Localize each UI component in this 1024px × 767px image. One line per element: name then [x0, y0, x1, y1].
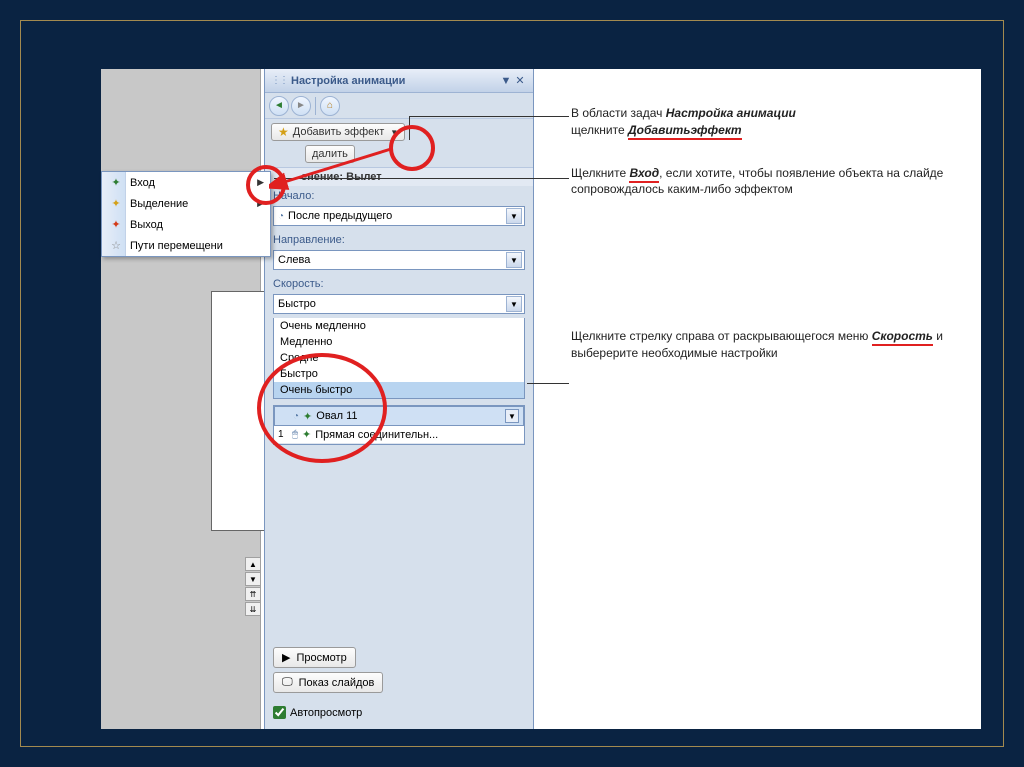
- anno-text: щелкните: [571, 123, 628, 137]
- play-icon: ▶: [282, 651, 290, 664]
- nav-forward-button[interactable]: ►: [291, 96, 311, 116]
- mouse-icon: 🖱: [292, 429, 298, 440]
- animation-objects-list: ◔ ✦ Овал 11 ▼ 1 🖱 ✦ Прямая соединительн.…: [273, 405, 525, 445]
- clock-icon: ◔: [293, 411, 299, 422]
- annotation-3: Щелкните стрелку справа от раскрывающего…: [571, 328, 971, 362]
- effect-buttons-row: ★ Добавить эффект ▼: [265, 119, 533, 145]
- dropdown-icon[interactable]: ▼: [499, 75, 513, 87]
- seq-num: 1: [278, 429, 288, 440]
- animation-object-item[interactable]: ◔ ✦ Овал 11 ▼: [274, 406, 524, 426]
- menu-item-label: Выделение: [130, 198, 251, 210]
- chevron-down-icon[interactable]: ▼: [505, 409, 519, 423]
- anno-em-underlined: Добавитьэффект: [628, 123, 742, 140]
- speed-option[interactable]: Быстро: [274, 366, 524, 382]
- annotations: В области задач Настройка анимации щелкн…: [571, 105, 971, 388]
- speed-option[interactable]: Очень медленно: [274, 318, 524, 334]
- slideshow-button[interactable]: 🖵 Показ слайдов: [273, 672, 383, 693]
- star-icon: ☆: [108, 239, 124, 252]
- start-value: После предыдущего: [288, 210, 506, 222]
- autopreview-label: Автопросмотр: [290, 707, 362, 719]
- chevron-right-icon: ▶: [257, 177, 264, 188]
- speed-combo[interactable]: Быстро ▼: [273, 294, 525, 314]
- star-icon: ✦: [108, 218, 124, 231]
- preview-button[interactable]: ▶ Просмотр: [273, 647, 356, 668]
- chevron-right-icon: ▶: [257, 198, 264, 209]
- anno-em-underlined: Вход: [629, 166, 659, 183]
- preview-label: Просмотр: [296, 652, 346, 664]
- move-down-button[interactable]: ▼: [245, 572, 261, 586]
- taskpane-titlebar: ⋮⋮ Настройка анимации ▼ ✕: [265, 69, 533, 93]
- chevron-down-icon[interactable]: ▼: [506, 296, 522, 312]
- effect-icon: ✦: [303, 410, 312, 423]
- leader-line-3: [527, 383, 569, 384]
- menu-item-label: Вход: [130, 177, 251, 189]
- move-bottom-button[interactable]: ⇊: [245, 602, 261, 616]
- leader-line-1v: [409, 116, 410, 140]
- reorder-buttons: ▲ ▼ ⇈ ⇊: [245, 557, 261, 616]
- speed-option-selected[interactable]: Очень быстро: [274, 382, 524, 398]
- star-icon: ✦: [108, 197, 124, 210]
- anno-text: Щелкните стрелку справа от раскрывающего…: [571, 329, 872, 343]
- menu-item-exit[interactable]: ✦ Выход: [102, 214, 270, 235]
- app-region: ▲ ▼ ⇈ ⇊ ⋮⋮ Настройка анимации ▼ ✕ ◄ ► ⌂: [101, 69, 541, 729]
- speed-label: Скорость:: [265, 274, 533, 292]
- chevron-down-icon[interactable]: ▼: [506, 208, 522, 224]
- add-effect-label: Добавить эффект: [293, 126, 384, 138]
- animation-object-item[interactable]: 1 🖱 ✦ Прямая соединительн...: [274, 426, 524, 444]
- chevron-down-icon[interactable]: ▼: [506, 252, 522, 268]
- star-icon: ✦: [108, 176, 124, 189]
- slideshow-label: Показ слайдов: [299, 677, 375, 689]
- slide-frame: ▲ ▼ ⇈ ⇊ ⋮⋮ Настройка анимации ▼ ✕ ◄ ► ⌂: [20, 20, 1004, 747]
- leader-line-2: [274, 178, 569, 179]
- bottom-buttons: ▶ Просмотр 🖵 Показ слайдов: [273, 647, 525, 693]
- anno-em: Настройка анимации: [666, 106, 796, 120]
- content-area: ▲ ▼ ⇈ ⇊ ⋮⋮ Настройка анимации ▼ ✕ ◄ ► ⌂: [101, 69, 981, 729]
- anno-text: Щелкните: [571, 166, 629, 180]
- taskpane-title: Настройка анимации: [291, 75, 499, 87]
- menu-item-emphasis[interactable]: ✦ Выделение ▶: [102, 193, 270, 214]
- speed-value: Быстро: [278, 298, 506, 310]
- remove-effect-button[interactable]: далить: [305, 145, 355, 163]
- close-icon[interactable]: ✕: [513, 74, 527, 87]
- move-up-button[interactable]: ▲: [245, 557, 261, 571]
- effect-context-menu: ✦ Вход ▶ ✦ Выделение ▶ ✦ Выход ☆ Пути пе…: [101, 171, 271, 257]
- chevron-down-icon: ▼: [390, 128, 398, 137]
- animation-taskpane: ⋮⋮ Настройка анимации ▼ ✕ ◄ ► ⌂ ★ Добави…: [264, 69, 534, 729]
- clock-icon: ◔: [278, 211, 284, 222]
- autopreview-checkbox[interactable]: Автопросмотр: [273, 706, 362, 719]
- speed-option[interactable]: Медленно: [274, 334, 524, 350]
- speed-option[interactable]: Средне: [274, 350, 524, 366]
- leader-line-1: [409, 116, 569, 117]
- menu-item-label: Выход: [130, 219, 264, 231]
- menu-item-motion-paths[interactable]: ☆ Пути перемещени: [102, 235, 270, 256]
- object-name: Прямая соединительн...: [315, 429, 520, 441]
- start-label: Начало:: [265, 186, 533, 204]
- projector-icon: 🖵: [282, 676, 293, 689]
- nav-separator: [315, 97, 316, 115]
- speed-dropdown-list: Очень медленно Медленно Средне Быстро Оч…: [273, 318, 525, 399]
- move-top-button[interactable]: ⇈: [245, 587, 261, 601]
- change-header: енение: Вылет: [265, 167, 533, 186]
- autopreview-input[interactable]: [273, 706, 286, 719]
- slide-thumbnail[interactable]: [211, 291, 269, 531]
- nav-back-button[interactable]: ◄: [269, 96, 289, 116]
- add-effect-button[interactable]: ★ Добавить эффект ▼: [271, 123, 405, 141]
- annotation-1: В области задач Настройка анимации щелкн…: [571, 105, 971, 139]
- menu-item-label: Пути перемещени: [130, 240, 264, 252]
- anno-text: В области задач: [571, 106, 666, 120]
- remove-row: далить: [265, 145, 533, 167]
- direction-value: Слева: [278, 254, 506, 266]
- menu-item-entrance[interactable]: ✦ Вход ▶: [102, 172, 270, 193]
- direction-combo[interactable]: Слева ▼: [273, 250, 525, 270]
- direction-label: Направление:: [265, 230, 533, 248]
- grip-icon: ⋮⋮: [271, 75, 287, 86]
- annotation-2: Щелкните Вход, если хотите, чтобы появле…: [571, 165, 971, 199]
- anno-em-underlined: Скорость: [872, 329, 933, 346]
- remove-label: далить: [312, 148, 348, 160]
- nav-home-button[interactable]: ⌂: [320, 96, 340, 116]
- star-icon: ★: [278, 126, 289, 138]
- effect-icon: ✦: [302, 428, 311, 441]
- start-combo[interactable]: ◔ После предыдущего ▼: [273, 206, 525, 226]
- object-name: Овал 11: [316, 410, 501, 422]
